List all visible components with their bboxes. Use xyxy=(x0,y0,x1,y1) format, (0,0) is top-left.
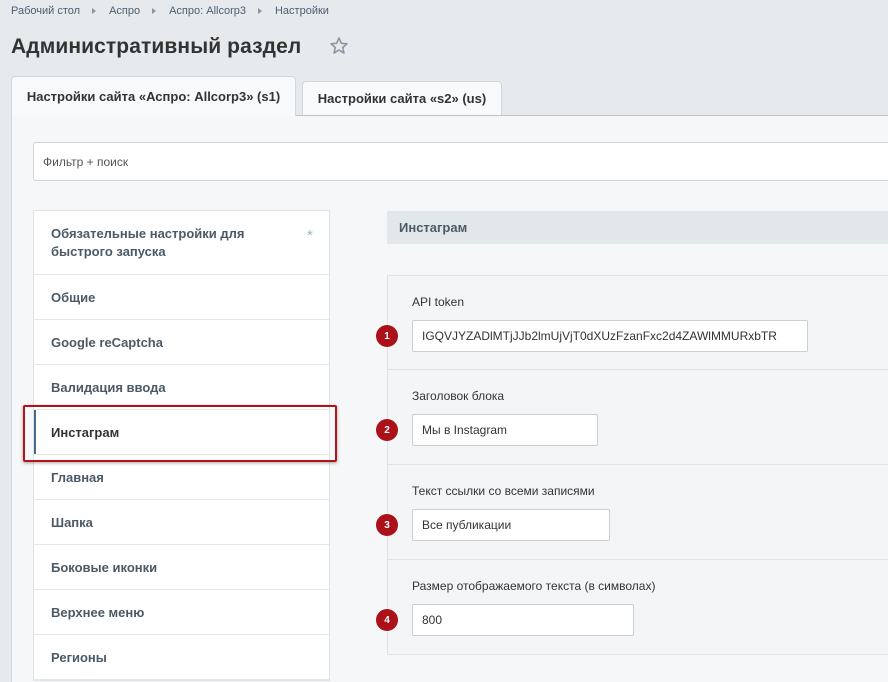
sidebar-item-label: Общие xyxy=(51,289,96,305)
field-label: Размер отображаемого текста (в символах) xyxy=(412,579,656,593)
breadcrumb-item-desktop[interactable]: Рабочий стол xyxy=(11,5,80,17)
sidebar-item-header[interactable]: Шапка xyxy=(34,500,329,545)
field-all-posts-link: 3 Текст ссылки со всеми записями xyxy=(376,465,888,560)
sidebar-item-label: Google reCaptcha xyxy=(51,334,163,350)
filter-search-box[interactable] xyxy=(33,142,888,181)
asterisk-icon: * xyxy=(307,227,313,244)
breadcrumb-item-aspro[interactable]: Аспро xyxy=(109,5,140,17)
sidebar-item-recaptcha[interactable]: Google reCaptcha xyxy=(34,320,329,365)
sidebar-item-main[interactable]: Главная xyxy=(34,455,329,500)
section-title: Инстаграм xyxy=(387,211,888,244)
step-badge: 2 xyxy=(376,419,398,441)
breadcrumb-item-allcorp3[interactable]: Аспро: Allcorp3 xyxy=(169,5,246,17)
all-posts-link-input[interactable] xyxy=(412,509,610,541)
step-badge: 3 xyxy=(376,514,398,536)
chevron-right-icon xyxy=(92,8,97,14)
api-token-input[interactable] xyxy=(412,320,808,352)
sidebar-item-input-validation[interactable]: Валидация ввода xyxy=(34,365,329,410)
text-length-input[interactable] xyxy=(412,604,634,636)
sidebar-item-general[interactable]: Общие xyxy=(34,275,329,320)
chevron-right-icon xyxy=(257,8,262,14)
tab-site-s2[interactable]: Настройки сайта «s2» (us) xyxy=(302,81,502,115)
sidebar-item-label: Боковые иконки xyxy=(51,559,158,575)
field-label: Текст ссылки со всеми записями xyxy=(412,484,595,498)
sidebar-item-required-settings[interactable]: Обязательные настройки для быстрого запу… xyxy=(34,211,329,275)
sidebar-item-label: Инстаграм xyxy=(51,424,120,440)
sidebar-item-top-menu[interactable]: Верхнее меню xyxy=(34,590,329,635)
sidebar-item-instagram[interactable]: Инстаграм xyxy=(34,410,329,455)
page-title: Административный раздел xyxy=(11,35,302,58)
field-label: API token xyxy=(412,295,465,309)
tab-site-s1[interactable]: Настройки сайта «Аспро: Allcorp3» (s1) xyxy=(11,76,296,116)
instagram-fields: 1 API token 2 Заголовок блока 3 Текст сс… xyxy=(376,275,888,655)
sidebar-item-label: Шапка xyxy=(51,514,93,530)
sidebar-item-label: Главная xyxy=(51,469,104,485)
filter-search-input[interactable] xyxy=(34,143,888,180)
step-badge: 4 xyxy=(376,609,398,631)
star-icon[interactable] xyxy=(329,36,349,56)
breadcrumb-item-settings[interactable]: Настройки xyxy=(275,5,329,17)
field-api-token: 1 API token xyxy=(376,275,888,370)
settings-sidebar: Обязательные настройки для быстрого запу… xyxy=(33,210,330,681)
field-text-length: 4 Размер отображаемого текста (в символа… xyxy=(376,560,888,655)
block-title-input[interactable] xyxy=(412,414,598,446)
sidebar-item-label: Валидация ввода xyxy=(51,379,166,395)
step-badge: 1 xyxy=(376,325,398,347)
breadcrumb: Рабочий стол Аспро Аспро: Allcorp3 Настр… xyxy=(11,5,329,17)
sidebar-item-label: Обязательные настройки для быстрого запу… xyxy=(51,225,245,259)
sidebar-item-label: Верхнее меню xyxy=(51,604,145,620)
field-label: Заголовок блока xyxy=(412,389,505,403)
chevron-right-icon xyxy=(152,8,157,14)
field-block-title: 2 Заголовок блока xyxy=(376,370,888,465)
sidebar-item-label: Регионы xyxy=(51,649,107,665)
sidebar-item-side-icons[interactable]: Боковые иконки xyxy=(34,545,329,590)
sidebar-item-regions[interactable]: Регионы xyxy=(34,635,329,680)
